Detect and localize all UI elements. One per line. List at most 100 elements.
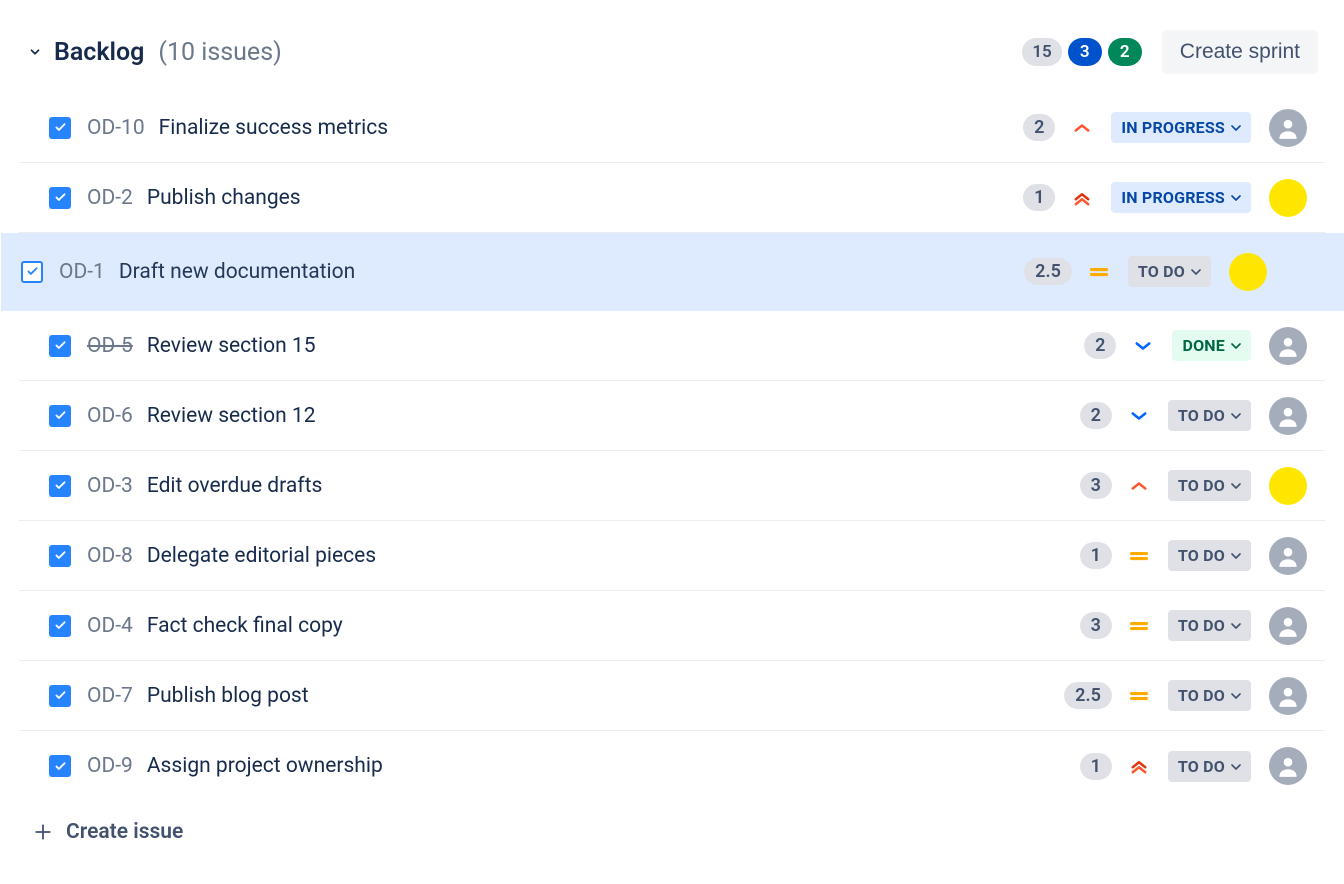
story-point-estimate[interactable]: 2	[1023, 114, 1055, 141]
issue-title[interactable]: Assign project ownership	[147, 754, 1080, 778]
chevron-down-icon	[1231, 757, 1241, 776]
status-dropdown[interactable]: DONE	[1172, 330, 1251, 361]
status-label: IN PROGRESS	[1121, 188, 1225, 207]
issue-title[interactable]: Review section 12	[147, 404, 1080, 428]
issue-key[interactable]: OD-7	[87, 684, 133, 708]
create-issue-label: Create issue	[66, 820, 183, 844]
status-dropdown[interactable]: IN PROGRESS	[1111, 112, 1251, 143]
assignee-avatar[interactable]	[1269, 327, 1307, 365]
issue-title[interactable]: Review section 15	[147, 334, 1084, 358]
assignee-avatar[interactable]	[1269, 677, 1307, 715]
assignee-avatar[interactable]	[1269, 179, 1307, 217]
assignee-avatar[interactable]	[1269, 109, 1307, 147]
issue-key[interactable]: OD-9	[87, 754, 133, 778]
story-point-estimate[interactable]: 2	[1080, 402, 1112, 429]
status-dropdown[interactable]: TO DO	[1168, 470, 1251, 501]
status-label: IN PROGRESS	[1121, 118, 1225, 137]
create-issue-button[interactable]: Create issue	[18, 802, 1326, 862]
priority-highest-icon[interactable]	[1128, 755, 1150, 777]
issue-row[interactable]: OD-4 Fact check final copy3 TO DO	[19, 591, 1325, 661]
status-dropdown[interactable]: TO DO	[1168, 751, 1251, 782]
status-dropdown[interactable]: TO DO	[1168, 400, 1251, 431]
issue-row[interactable]: OD-9 Assign project ownership1 TO DO	[19, 731, 1325, 801]
priority-medium-icon[interactable]	[1128, 545, 1150, 567]
backlog-title: Backlog	[54, 38, 144, 67]
story-point-estimate[interactable]: 2.5	[1024, 258, 1072, 285]
issue-key[interactable]: OD-1	[59, 260, 105, 284]
task-type-icon	[21, 261, 43, 283]
issue-key[interactable]: OD-8	[87, 544, 133, 568]
chevron-down-icon	[1231, 336, 1241, 355]
priority-medium-icon[interactable]	[1128, 615, 1150, 637]
chevron-down-icon	[1231, 616, 1241, 635]
assignee-avatar[interactable]	[1269, 537, 1307, 575]
assignee-avatar[interactable]	[1269, 747, 1307, 785]
priority-medium-icon[interactable]	[1128, 685, 1150, 707]
issue-key[interactable]: OD-10	[87, 116, 145, 140]
priority-high-icon[interactable]	[1128, 475, 1150, 497]
issue-key[interactable]: OD-6	[87, 404, 133, 428]
count-inprogress-pill[interactable]: 3	[1068, 38, 1102, 66]
priority-low-icon[interactable]	[1128, 405, 1150, 427]
count-todo-pill[interactable]: 15	[1022, 38, 1061, 66]
chevron-down-icon	[1231, 406, 1241, 425]
issue-key[interactable]: OD-5	[87, 334, 133, 358]
story-point-estimate[interactable]: 3	[1080, 472, 1112, 499]
task-type-icon	[49, 187, 71, 209]
issue-row[interactable]: OD-2 Publish changes1 IN PROGRESS	[19, 163, 1325, 233]
status-dropdown[interactable]: TO DO	[1168, 680, 1251, 711]
task-type-icon	[49, 117, 71, 139]
story-point-estimate[interactable]: 1	[1080, 753, 1112, 780]
status-label: TO DO	[1178, 546, 1225, 565]
story-point-estimate[interactable]: 3	[1080, 612, 1112, 639]
status-label: TO DO	[1178, 757, 1225, 776]
assignee-avatar[interactable]	[1269, 607, 1307, 645]
story-point-estimate[interactable]: 2	[1084, 332, 1116, 359]
issue-row[interactable]: OD-6 Review section 122 TO DO	[19, 381, 1325, 451]
story-point-estimate[interactable]: 2.5	[1064, 682, 1112, 709]
issue-key[interactable]: OD-4	[87, 614, 133, 638]
issue-row[interactable]: OD-7 Publish blog post2.5 TO DO	[19, 661, 1325, 731]
priority-low-icon[interactable]	[1132, 335, 1154, 357]
status-label: TO DO	[1178, 686, 1225, 705]
issue-row[interactable]: OD-10 Finalize success metrics2 IN PROGRES…	[19, 93, 1325, 163]
create-sprint-button[interactable]: Create sprint	[1162, 30, 1318, 74]
assignee-avatar[interactable]	[1229, 253, 1267, 291]
issue-title[interactable]: Publish changes	[147, 186, 1023, 210]
chevron-down-icon	[1231, 546, 1241, 565]
task-type-icon	[49, 475, 71, 497]
issue-title[interactable]: Finalize success metrics	[159, 116, 1023, 140]
assignee-avatar[interactable]	[1269, 467, 1307, 505]
issue-title[interactable]: Edit overdue drafts	[147, 474, 1080, 498]
issue-row[interactable]: OD-5 Review section 152 DONE	[19, 311, 1325, 381]
task-type-icon	[49, 405, 71, 427]
issue-title[interactable]: Fact check final copy	[147, 614, 1080, 638]
chevron-down-icon	[1231, 476, 1241, 495]
issue-row[interactable]: OD-3 Edit overdue drafts3 TO DO	[19, 451, 1325, 521]
status-label: TO DO	[1178, 616, 1225, 635]
status-label: TO DO	[1138, 262, 1185, 281]
issue-title[interactable]: Publish blog post	[147, 684, 1064, 708]
issue-row[interactable]: OD-8 Delegate editorial pieces1 TO DO	[19, 521, 1325, 591]
status-dropdown[interactable]: TO DO	[1168, 610, 1251, 641]
chevron-down-icon	[1231, 188, 1241, 207]
priority-medium-icon[interactable]	[1088, 261, 1110, 283]
issue-row[interactable]: OD-1 Draft new documentation2.5 TO DO	[1, 233, 1344, 311]
collapse-icon[interactable]	[26, 43, 44, 61]
assignee-avatar[interactable]	[1269, 397, 1307, 435]
status-dropdown[interactable]: IN PROGRESS	[1111, 182, 1251, 213]
issue-title[interactable]: Draft new documentation	[119, 260, 1024, 284]
count-done-pill[interactable]: 2	[1108, 38, 1142, 66]
issue-key[interactable]: OD-3	[87, 474, 133, 498]
chevron-down-icon	[1231, 118, 1241, 137]
priority-high-icon[interactable]	[1071, 117, 1093, 139]
task-type-icon	[49, 685, 71, 707]
issue-title[interactable]: Delegate editorial pieces	[147, 544, 1080, 568]
issue-key[interactable]: OD-2	[87, 186, 133, 210]
task-type-icon	[49, 545, 71, 567]
story-point-estimate[interactable]: 1	[1080, 542, 1112, 569]
story-point-estimate[interactable]: 1	[1023, 184, 1055, 211]
status-dropdown[interactable]: TO DO	[1168, 540, 1251, 571]
priority-highest-icon[interactable]	[1071, 187, 1093, 209]
status-dropdown[interactable]: TO DO	[1128, 256, 1211, 287]
